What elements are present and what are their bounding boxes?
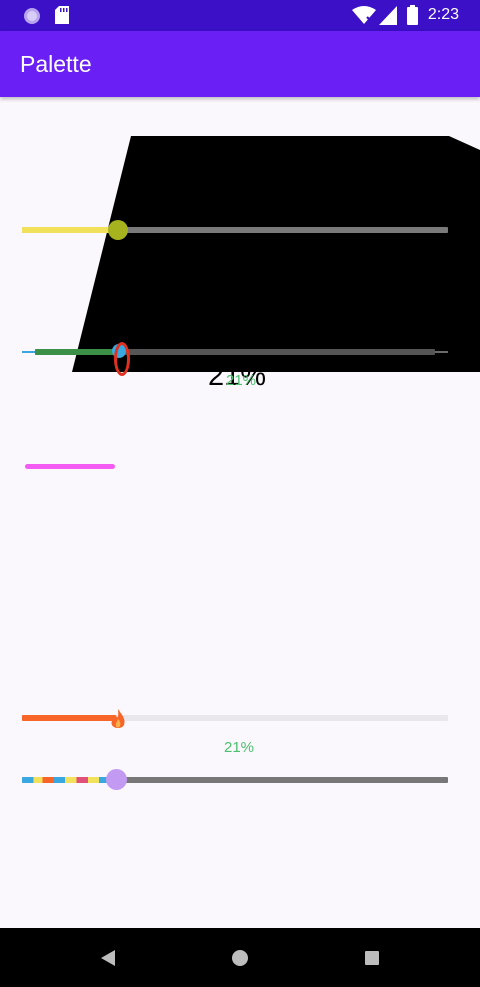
slider-magenta-active [25,464,115,469]
slider-yellow-active [22,227,118,233]
slider-green[interactable] [22,338,448,376]
navigation-bar [0,928,480,987]
slider-rainbow-thumb[interactable] [106,769,127,790]
back-icon[interactable] [100,949,116,967]
slider-orange-thumb[interactable] [108,707,128,731]
slider-orange-active [22,715,116,721]
slider-yellow[interactable] [22,219,448,241]
slider-green-focus-ring [114,342,130,376]
overlay-small-percent: 21% [226,372,257,389]
home-icon[interactable] [231,949,249,967]
slider-orange[interactable] [22,707,448,731]
orange-percent-label: 21% [224,739,255,756]
slider-rainbow-active [22,777,116,783]
slider-green-outer-active [22,351,36,353]
slider-yellow-thumb[interactable] [108,220,128,240]
slider-magenta[interactable] [22,460,448,474]
overlay-shape [72,136,480,372]
recents-icon[interactable] [364,950,380,966]
slider-rainbow[interactable] [22,769,448,791]
slider-green-active [35,349,119,355]
